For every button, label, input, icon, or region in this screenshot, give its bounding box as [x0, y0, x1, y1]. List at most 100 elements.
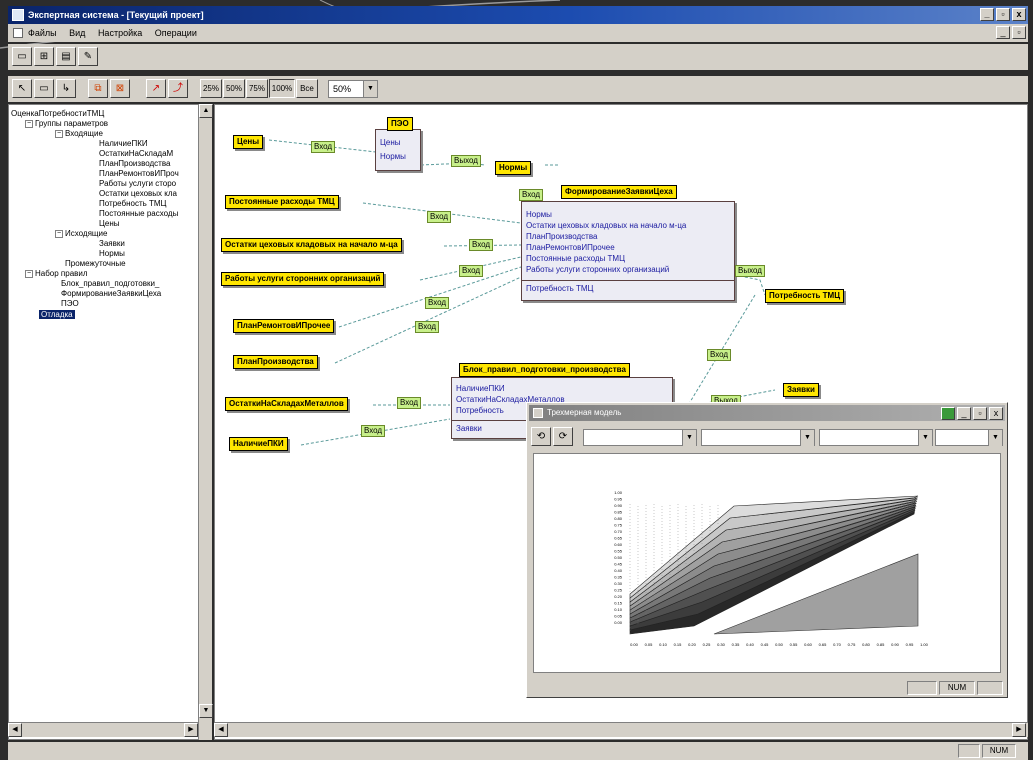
properties-icon[interactable]: ✎ [78, 47, 98, 66]
document-icon[interactable] [13, 28, 23, 38]
surface-plot[interactable]: 1.00 0.95 0.90 0.85 0.80 0.75 0.70 0.65 0.60 0.55… [533, 453, 1001, 673]
tree-node[interactable]: Постоянные расходы [99, 209, 178, 219]
group-tool-icon[interactable]: ⧉ [88, 79, 108, 98]
output-param-node[interactable]: Потребность ТМЦ [765, 289, 845, 303]
input-param-node[interactable]: НаличиеПКИ [229, 437, 288, 451]
input-param-node[interactable]: ПланРемонтовИПрочее [233, 319, 335, 333]
tree-node[interactable]: ПланРемонтовИПроч [99, 169, 179, 179]
chevron-down-icon[interactable]: ▼ [988, 430, 1002, 446]
ungroup-tool-icon[interactable]: ⊠ [110, 79, 130, 98]
chevron-down-icon[interactable]: ▼ [363, 81, 377, 97]
tree-hscrollbar[interactable]: ◀ ▶ [8, 722, 198, 737]
tree-node[interactable]: Заявки [99, 239, 125, 249]
close-button[interactable]: x [989, 407, 1003, 420]
input-param-node[interactable]: Остатки цеховых кладовых на начало м-ца [221, 238, 402, 252]
maximize-button[interactable]: ▫ [973, 407, 987, 420]
save-file-icon[interactable]: ▤ [56, 47, 76, 66]
link-edit-tool-icon[interactable]: ⤴ [168, 79, 188, 98]
scroll-left-icon[interactable]: ◀ [214, 723, 228, 737]
zoom-100-button[interactable]: 100% [269, 79, 295, 98]
chevron-down-icon[interactable]: ▼ [918, 430, 932, 446]
tree-node[interactable]: ФормированиеЗаявкиЦеха [61, 289, 161, 299]
collapse-icon[interactable]: − [25, 119, 33, 128]
tree-node-selected[interactable]: Отладка [39, 310, 75, 320]
tree-node[interactable]: − Группы параметров [25, 119, 108, 129]
tree-node[interactable]: ОценкаПотребностиТМЦ [11, 109, 104, 119]
zoom-75-button[interactable]: 75% [246, 79, 268, 98]
z-param-select[interactable]: ▼ [819, 429, 933, 446]
zoom-select[interactable]: 50% ▼ [328, 80, 378, 98]
collapse-icon[interactable]: − [55, 129, 63, 138]
minimize-button[interactable]: _ [957, 407, 971, 420]
tree-node[interactable]: ПланПроизводства [99, 159, 170, 169]
rule-select[interactable]: ▼ [935, 429, 1003, 446]
block-tool-icon[interactable]: ▭ [34, 79, 54, 98]
output-param-node[interactable]: Нормы [495, 161, 532, 175]
block-line: НаличиеПКИ [456, 384, 505, 393]
tree-node[interactable]: − Исходящие [55, 229, 107, 239]
menu-view[interactable]: Вид [69, 28, 85, 38]
input-param-node[interactable]: Работы услуги сторонних организаций [221, 272, 385, 286]
mdi-minimize-button[interactable]: _ [996, 26, 1010, 39]
tree-node[interactable]: Нормы [99, 249, 125, 259]
tree-node[interactable]: Промежуточные [65, 259, 126, 269]
output-param-node[interactable]: Заявки [783, 383, 819, 397]
peo-block[interactable]: Цены Нормы [375, 129, 421, 171]
input-tag: Вход [707, 349, 732, 361]
model-3d-title-bar: Трехмерная модель _ ▫ x [529, 405, 1005, 421]
input-param-node[interactable]: ПланПроизводства [233, 355, 318, 369]
menu-settings[interactable]: Настройка [98, 28, 142, 38]
form-request-block[interactable]: Нормы Остатки цеховых кладовых на начало… [521, 201, 735, 301]
diagram-toolbar: ↖ ▭ ↳ ⧉ ⊠ ↗ ⤴ 25% 50% 75% 100% Все 50% ▼ [8, 76, 1028, 102]
tree-node[interactable]: НаличиеПКИ [99, 139, 148, 149]
scroll-right-icon[interactable]: ▶ [1012, 723, 1026, 737]
input-param-node[interactable]: Постоянные расходы ТМЦ [225, 195, 339, 209]
project-tree[interactable]: ОценкаПотребностиТМЦ − Группы параметров … [8, 104, 212, 740]
param-tool-icon[interactable]: ↳ [56, 79, 76, 98]
tree-node[interactable]: ПЭО [61, 299, 79, 309]
menu-files[interactable]: Файлы [28, 28, 57, 38]
tree-scrollbar[interactable]: ▲ ▼ [198, 104, 213, 740]
model-3d-window[interactable]: Трехмерная модель _ ▫ x ⟲ ⟳ ▼ ▼ ▼ ▼ 1.00… [526, 402, 1008, 698]
input-param-node[interactable]: Цены [233, 135, 264, 149]
zoom-all-button[interactable]: Все [296, 79, 318, 98]
scroll-up-icon[interactable]: ▲ [199, 104, 213, 118]
collapse-icon[interactable]: − [25, 269, 33, 278]
tree-node[interactable]: Потребность ТМЦ [99, 199, 166, 209]
close-button[interactable]: x [1012, 8, 1026, 21]
chevron-down-icon[interactable]: ▼ [800, 430, 814, 446]
y-param-select[interactable]: ▼ [701, 429, 815, 446]
zoom-25-button[interactable]: 25% [200, 79, 222, 98]
pointer-tool-icon[interactable]: ↖ [12, 79, 32, 98]
tree-node[interactable]: Остатки цеховых кла [99, 189, 177, 199]
tilt-icon[interactable]: ⟳ [553, 427, 573, 446]
tree-node[interactable]: − Входящие [55, 129, 103, 139]
minimize-button[interactable]: _ [980, 8, 994, 21]
tree-node[interactable]: Блок_правил_подготовки_ [61, 279, 159, 289]
menu-operations[interactable]: Операции [155, 28, 197, 38]
tree-node[interactable]: − Набор правил [25, 269, 88, 279]
tree-node[interactable]: ОстаткиНаСкладаМ [99, 149, 173, 159]
x-tick-label: 0.65 [819, 642, 828, 647]
tree-node[interactable]: Цены [99, 219, 120, 229]
collapse-icon[interactable]: − [55, 229, 63, 238]
scroll-right-icon[interactable]: ▶ [184, 723, 198, 737]
canvas-hscrollbar[interactable]: ◀ ▶ [214, 722, 1028, 737]
block-line: ПланРемонтовИПрочее [526, 243, 615, 252]
x-tick-label: 0.15 [674, 642, 683, 647]
mdi-restore-button[interactable]: ▫ [1012, 26, 1026, 39]
link-tool-icon[interactable]: ↗ [146, 79, 166, 98]
rotate-icon[interactable]: ⟲ [531, 427, 551, 446]
scroll-down-icon[interactable]: ▼ [199, 704, 213, 718]
x-param-select[interactable]: ▼ [583, 429, 697, 446]
tree-node[interactable]: Работы услуги сторо [99, 179, 176, 189]
open-file-icon[interactable]: ⊞ [34, 47, 54, 66]
zoom-50-button[interactable]: 50% [223, 79, 245, 98]
maximize-button[interactable]: ▫ [996, 8, 1010, 21]
num-indicator: NUM [939, 681, 975, 695]
new-file-icon[interactable]: ▭ [12, 47, 32, 66]
input-param-node[interactable]: ОстаткиНаСкладахМеталлов [225, 397, 348, 411]
chevron-down-icon[interactable]: ▼ [682, 430, 696, 446]
scroll-left-icon[interactable]: ◀ [8, 723, 22, 737]
pin-button[interactable] [941, 407, 955, 420]
